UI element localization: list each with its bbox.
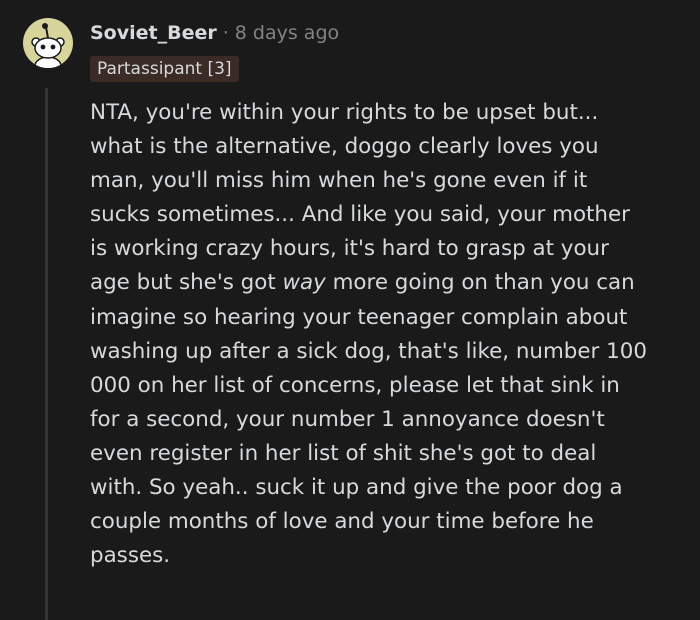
body-text: more going on than you can xyxy=(325,270,635,296)
body-line: even register in her list of shit she's … xyxy=(90,440,597,466)
body-line: for a second, your number 1 annoyance do… xyxy=(90,406,605,432)
body-line: sucks sometimes... And like you said, yo… xyxy=(90,202,630,228)
comment-body: NTA, you're within your rights to be ups… xyxy=(90,96,690,573)
avatar[interactable] xyxy=(23,18,73,68)
snoo-avatar-icon xyxy=(31,23,65,68)
body-line: what is the alternative, doggo clearly l… xyxy=(90,134,599,160)
emphasis-text: way xyxy=(282,270,326,296)
comment-meta: Soviet_Beer · 8 days ago xyxy=(90,18,339,48)
meta-separator: · xyxy=(222,22,229,44)
body-line: with. So yeah.. suck it up and give the … xyxy=(90,475,623,501)
body-text: age but she's got xyxy=(90,270,283,296)
body-line: 000 on her list of concerns, please let … xyxy=(90,372,620,398)
timestamp[interactable]: 8 days ago xyxy=(235,22,339,44)
comment: Soviet_Beer · 8 days ago Partassipant [3… xyxy=(0,0,700,620)
body-line: couple months of love and your time befo… xyxy=(90,509,594,535)
body-line: age but she's got way more going on than… xyxy=(90,266,690,300)
body-line: NTA, you're within your rights to be ups… xyxy=(90,100,599,125)
body-line: man, you'll miss him when he's gone even… xyxy=(90,168,588,194)
body-line: imagine so hearing your teenager complai… xyxy=(90,304,628,330)
body-line: passes. xyxy=(90,543,171,569)
user-flair: Partassipant [3] xyxy=(90,56,239,82)
body-line: washing up after a sick dog, that's like… xyxy=(90,338,647,364)
thread-line[interactable] xyxy=(45,88,48,620)
body-line: is working crazy hours, it's hard to gra… xyxy=(90,236,609,262)
username-link[interactable]: Soviet_Beer xyxy=(90,22,217,44)
